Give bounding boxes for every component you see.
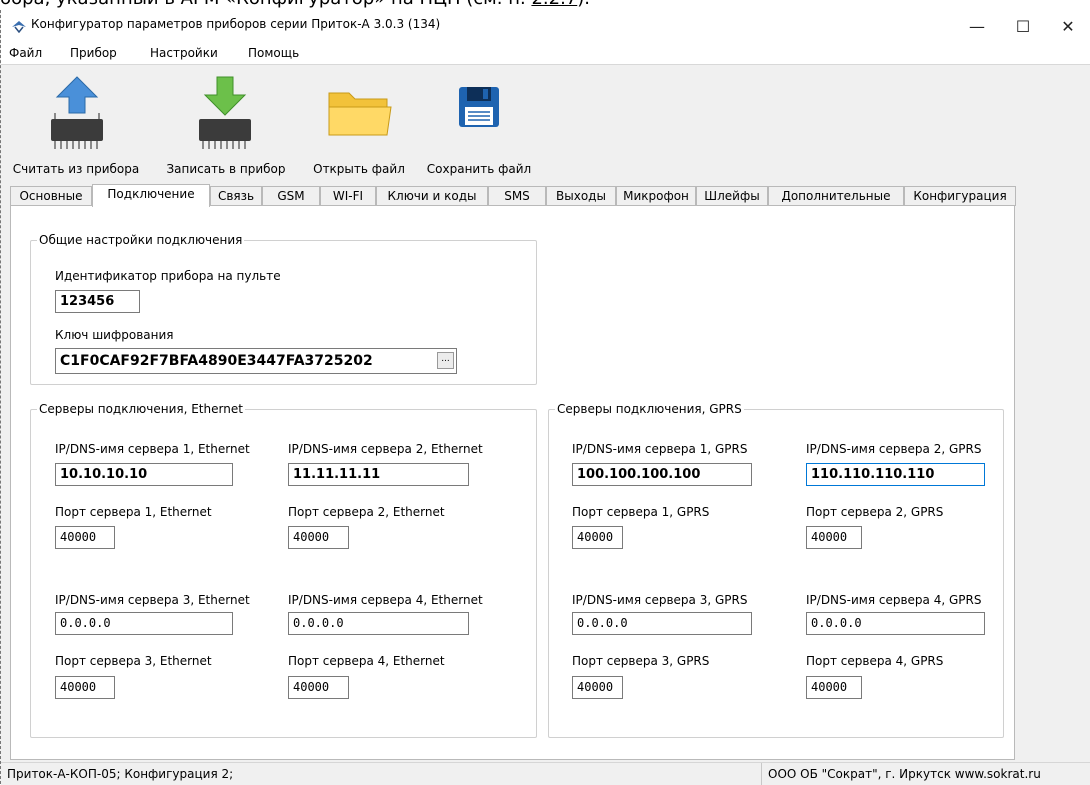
general-settings-legend: Общие настройки подключения bbox=[39, 233, 243, 247]
encryption-key-field[interactable]: C1F0CAF92F7BFA4890E3447FA3725202 bbox=[55, 348, 457, 374]
window-title: Конфигуратор параметров приборов серии П… bbox=[31, 17, 441, 31]
toolbar: Считать из прибора Записать в прибор Отк… bbox=[1, 64, 1090, 185]
tab-main[interactable]: Основные bbox=[10, 186, 92, 206]
eth-server-3-port-label: Порт сервера 3, Ethernet bbox=[55, 654, 212, 668]
tab-sms[interactable]: SMS bbox=[488, 186, 546, 206]
app-window: Конфигуратор параметров приборов серии П… bbox=[0, 10, 1090, 785]
encryption-key-browse-button[interactable]: ... bbox=[437, 352, 454, 369]
gprs-server-1-port-field[interactable]: 40000 bbox=[572, 526, 623, 549]
app-logo-icon bbox=[12, 21, 26, 33]
write-to-device-label: Записать в прибор bbox=[166, 162, 286, 176]
folder-icon bbox=[328, 92, 392, 136]
tab-loops[interactable]: Шлейфы bbox=[696, 186, 768, 206]
minimize-icon: — bbox=[969, 16, 985, 36]
gprs-server-2-port-field[interactable]: 40000 bbox=[806, 526, 862, 549]
eth-server-3-ip-field[interactable]: 0.0.0.0 bbox=[55, 612, 233, 635]
device-id-field[interactable]: 123456 bbox=[55, 290, 140, 313]
gprs-server-4-port-field[interactable]: 40000 bbox=[806, 676, 862, 699]
status-company-panel: ООО ОБ "Сократ", г. Иркутск www.sokrat.r… bbox=[761, 763, 1090, 785]
save-file-label: Сохранить файл bbox=[426, 162, 532, 176]
minimize-button[interactable]: — bbox=[954, 10, 1000, 42]
remnant-text-end: ). bbox=[577, 0, 590, 9]
tab-additional[interactable]: Дополнительные bbox=[768, 186, 904, 206]
eth-server-2-ip-field[interactable]: 11.11.11.11 bbox=[288, 463, 469, 486]
menu-device[interactable]: Прибор bbox=[70, 46, 117, 60]
gprs-server-1-ip-label: IP/DNS-имя сервера 1, GPRS bbox=[572, 442, 748, 456]
tab-wifi[interactable]: WI-FI bbox=[320, 186, 376, 206]
tab-gsm[interactable]: GSM bbox=[262, 186, 320, 206]
title-bar[interactable]: Конфигуратор параметров приборов серии П… bbox=[1, 10, 1090, 42]
remnant-text: бора, указанный в АРМ «Конфигуратор» на … bbox=[0, 0, 526, 9]
tab-configuration[interactable]: Конфигурация bbox=[904, 186, 1016, 206]
ethernet-servers-legend: Серверы подключения, Ethernet bbox=[39, 402, 243, 416]
floppy-disk-icon bbox=[459, 87, 499, 127]
device-id-label: Идентификатор прибора на пульте bbox=[55, 269, 281, 283]
gprs-server-3-ip-field[interactable]: 0.0.0.0 bbox=[572, 612, 752, 635]
status-company-info: ООО ОБ "Сократ", г. Иркутск www.sokrat.r… bbox=[768, 767, 1041, 781]
close-icon: ✕ bbox=[1061, 16, 1075, 36]
gprs-server-2-ip-field[interactable]: 110.110.110.110 bbox=[806, 463, 985, 486]
eth-server-3-port-field[interactable]: 40000 bbox=[55, 676, 115, 699]
eth-server-2-port-label: Порт сервера 2, Ethernet bbox=[288, 505, 445, 519]
close-button[interactable]: ✕ bbox=[1045, 10, 1090, 42]
write-chip-icon bbox=[199, 76, 251, 149]
eth-server-1-ip-label: IP/DNS-имя сервера 1, Ethernet bbox=[55, 442, 250, 456]
open-file-label: Открыть файл bbox=[313, 162, 405, 176]
eth-server-1-port-field[interactable]: 40000 bbox=[55, 526, 115, 549]
tab-connection[interactable]: Подключение bbox=[92, 184, 210, 207]
save-file-button[interactable]: Сохранить файл bbox=[421, 69, 537, 181]
gprs-server-3-port-label: Порт сервера 3, GPRS bbox=[572, 654, 710, 668]
eth-server-1-ip-field[interactable]: 10.10.10.10 bbox=[55, 463, 233, 486]
menu-help[interactable]: Помощь bbox=[248, 46, 299, 60]
eth-server-4-ip-label: IP/DNS-имя сервера 4, Ethernet bbox=[288, 593, 483, 607]
gprs-server-3-port-field[interactable]: 40000 bbox=[572, 676, 623, 699]
remnant-link[interactable]: 2.2.7 bbox=[531, 0, 577, 9]
gprs-servers-legend: Серверы подключения, GPRS bbox=[557, 402, 742, 416]
status-bar: Приток-А-КОП-05; Конфигурация 2; ООО ОБ … bbox=[1, 762, 1090, 785]
tab-content-connection: Общие настройки подключения Идентификато… bbox=[10, 205, 1015, 760]
write-to-device-button[interactable]: Записать в прибор bbox=[161, 69, 291, 181]
encryption-key-label: Ключ шифрования bbox=[55, 328, 174, 342]
menu-bar: Файл Прибор Настройки Помощь bbox=[1, 42, 1090, 64]
maximize-icon: ☐ bbox=[1015, 16, 1031, 36]
eth-server-2-port-field[interactable]: 40000 bbox=[288, 526, 349, 549]
eth-server-2-ip-label: IP/DNS-имя сервера 2, Ethernet bbox=[288, 442, 483, 456]
tab-communication[interactable]: Связь bbox=[210, 186, 262, 206]
gprs-server-4-ip-field[interactable]: 0.0.0.0 bbox=[806, 612, 985, 635]
read-from-device-button[interactable]: Считать из прибора bbox=[3, 69, 149, 181]
eth-server-3-ip-label: IP/DNS-имя сервера 3, Ethernet bbox=[55, 593, 250, 607]
document-remnant: бора, указанный в АРМ «Конфигуратор» на … bbox=[0, 0, 1090, 10]
maximize-button[interactable]: ☐ bbox=[1000, 10, 1046, 42]
tab-outputs[interactable]: Выходы bbox=[546, 186, 616, 206]
read-chip-icon bbox=[51, 76, 103, 149]
gprs-server-3-ip-label: IP/DNS-имя сервера 3, GPRS bbox=[572, 593, 748, 607]
menu-file[interactable]: Файл bbox=[9, 46, 42, 60]
gprs-server-1-port-label: Порт сервера 1, GPRS bbox=[572, 505, 710, 519]
eth-server-1-port-label: Порт сервера 1, Ethernet bbox=[55, 505, 212, 519]
gprs-server-2-ip-label: IP/DNS-имя сервера 2, GPRS bbox=[806, 442, 982, 456]
tab-keys-codes[interactable]: Ключи и коды bbox=[376, 186, 488, 206]
eth-server-4-port-field[interactable]: 40000 bbox=[288, 676, 349, 699]
eth-server-4-ip-field[interactable]: 0.0.0.0 bbox=[288, 612, 469, 635]
gprs-server-4-ip-label: IP/DNS-имя сервера 4, GPRS bbox=[806, 593, 982, 607]
gprs-server-4-port-label: Порт сервера 4, GPRS bbox=[806, 654, 944, 668]
menu-settings[interactable]: Настройки bbox=[150, 46, 218, 60]
tab-microphone[interactable]: Микрофон bbox=[616, 186, 696, 206]
open-file-button[interactable]: Открыть файл bbox=[305, 69, 413, 181]
read-from-device-label: Считать из прибора bbox=[12, 162, 140, 176]
status-device-info: Приток-А-КОП-05; Конфигурация 2; bbox=[7, 767, 234, 781]
gprs-server-2-port-label: Порт сервера 2, GPRS bbox=[806, 505, 944, 519]
gprs-server-1-ip-field[interactable]: 100.100.100.100 bbox=[572, 463, 752, 486]
eth-server-4-port-label: Порт сервера 4, Ethernet bbox=[288, 654, 445, 668]
